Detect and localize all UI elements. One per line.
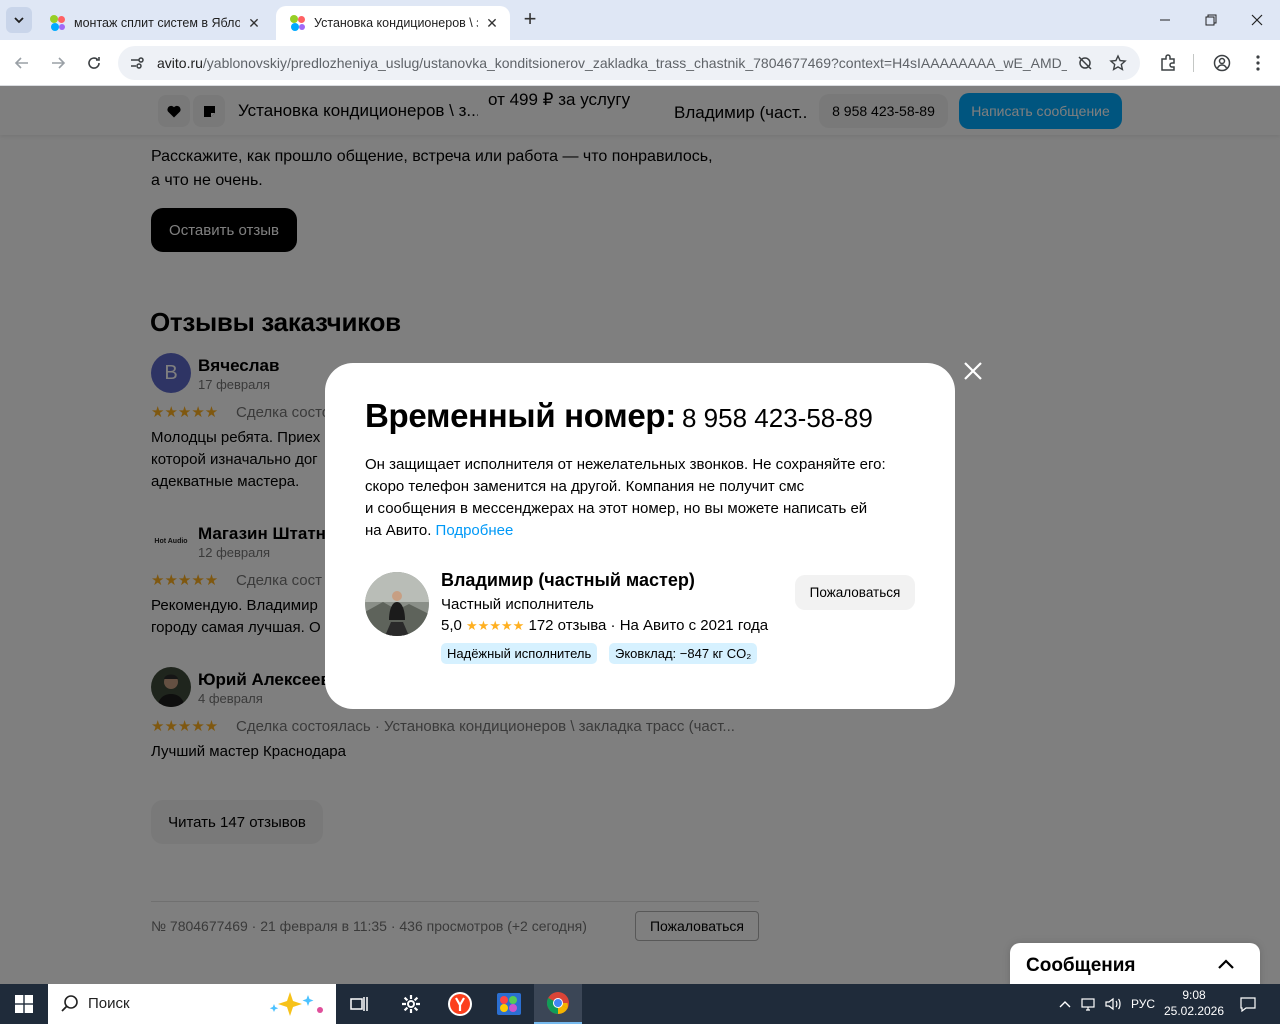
task-view-icon xyxy=(350,997,368,1011)
desc-line: скоро телефон заменится на другой. Компа… xyxy=(365,478,805,495)
close-tab-icon[interactable]: ✕ xyxy=(246,15,262,31)
minimize-button[interactable] xyxy=(1142,0,1188,40)
volume-icon[interactable] xyxy=(1102,984,1124,1024)
extensions-icon[interactable] xyxy=(1158,53,1178,73)
reload-button[interactable] xyxy=(82,51,106,75)
minimize-icon xyxy=(1160,19,1170,21)
seller-role: Частный исполнитель xyxy=(441,596,594,613)
page-viewport: Установка кондиционеров \ з... от 499 ₽ … xyxy=(0,86,1280,984)
close-modal-icon[interactable] xyxy=(962,360,984,382)
rating-stars-icon: ★★★★★ xyxy=(466,618,525,633)
temporary-number-modal: Временный номер: 8 958 423-58-89 Он защи… xyxy=(325,363,955,709)
bookmark-star-icon[interactable] xyxy=(1109,54,1127,72)
avito-favicon-icon xyxy=(290,15,306,31)
input-language[interactable]: РУС xyxy=(1126,984,1160,1024)
browser-tab-strip: монтаж сплит систем в Яблоно ✕ Установка… xyxy=(0,0,1280,40)
chevron-down-icon xyxy=(14,17,24,24)
modal-title: Временный номер: xyxy=(365,397,676,434)
tracking-protection-icon[interactable] xyxy=(1076,54,1094,72)
desc-line: на Авито. xyxy=(365,522,432,539)
close-tab-icon[interactable]: ✕ xyxy=(484,15,500,31)
toolbar-divider xyxy=(1193,54,1194,72)
report-seller-button[interactable]: Пожаловаться xyxy=(795,575,915,610)
network-icon[interactable] xyxy=(1078,984,1100,1024)
notifications-icon[interactable] xyxy=(1234,984,1262,1024)
modal-description: Он защищает исполнителя от нежелательных… xyxy=(365,454,925,542)
search-placeholder: Поиск xyxy=(88,995,130,1012)
photos-icon xyxy=(497,993,521,1015)
tab-title: монтаж сплит систем в Яблоно xyxy=(74,16,240,30)
temporary-phone-number[interactable]: 8 958 423-58-89 xyxy=(682,403,873,434)
settings-app[interactable] xyxy=(387,984,435,1024)
more-info-link[interactable]: Подробнее xyxy=(436,522,514,539)
windows-logo-icon xyxy=(15,995,33,1013)
tab-search-button[interactable] xyxy=(6,7,32,33)
messages-panel[interactable]: Сообщения xyxy=(1010,943,1260,984)
forward-button[interactable] xyxy=(46,51,70,75)
reload-icon xyxy=(88,57,100,69)
desc-line: Он защищает исполнителя от нежелательных… xyxy=(365,456,886,473)
url-text: avito.ru/yablonovskiy/predlozheniya_uslu… xyxy=(157,55,1067,71)
clock-date: 25.02.2026 xyxy=(1163,1004,1225,1018)
address-bar[interactable]: avito.ru/yablonovskiy/predlozheniya_uslu… xyxy=(118,46,1140,80)
restore-button[interactable] xyxy=(1188,0,1234,40)
back-button[interactable] xyxy=(10,51,34,75)
reliable-badge[interactable]: Надёжный исполнитель xyxy=(441,643,598,664)
tab-search-results[interactable]: монтаж сплит систем в Яблоно ✕ xyxy=(36,6,272,40)
gear-icon xyxy=(402,995,420,1013)
yandex-browser-app[interactable] xyxy=(436,984,484,1024)
on-avito-since: · На Авито с 2021 года xyxy=(610,617,769,634)
seller-avatar[interactable] xyxy=(365,572,429,636)
eco-contribution-badge[interactable]: Эковклад: −847 кг CO₂ xyxy=(609,643,758,664)
search-icon xyxy=(61,995,78,1012)
tab-current-listing[interactable]: Установка кондиционеров \ за ✕ xyxy=(276,6,510,40)
reviews-count-link[interactable]: 172 отзыва xyxy=(528,617,606,634)
tab-title: Установка кондиционеров \ за xyxy=(314,16,478,30)
arrow-left-icon xyxy=(14,57,28,69)
chevron-up-icon[interactable] xyxy=(1214,953,1238,977)
windows-taskbar: Поиск РУС 9:08 25.02.2026 xyxy=(0,984,1280,1024)
task-view-button[interactable] xyxy=(336,984,384,1024)
url-host: avito.ru xyxy=(157,55,203,71)
site-info-icon[interactable] xyxy=(128,54,146,72)
gallery-app[interactable] xyxy=(485,984,533,1024)
close-icon xyxy=(1251,14,1263,26)
browser-toolbar: avito.ru/yablonovskiy/predlozheniya_uslu… xyxy=(0,40,1280,86)
taskbar-search[interactable]: Поиск xyxy=(48,984,336,1024)
seller-rating: 5,0 ★★★★★ 172 отзыва · На Авито с 2021 г… xyxy=(441,617,768,634)
profile-icon[interactable] xyxy=(1212,53,1232,73)
messages-title: Сообщения xyxy=(1026,955,1136,976)
restore-icon xyxy=(1205,14,1217,26)
seller-name[interactable]: Владимир (частный мастер) xyxy=(441,570,695,591)
desc-line: и сообщения в мессенджерах на этот номер… xyxy=(365,500,868,517)
yandex-browser-icon xyxy=(448,992,472,1016)
url-path: /yablonovskiy/predlozheniya_uslug/ustano… xyxy=(202,55,1067,71)
new-tab-button[interactable]: + xyxy=(518,8,542,32)
start-button[interactable] xyxy=(0,984,48,1024)
rating-value: 5,0 xyxy=(441,617,462,634)
avito-favicon-icon xyxy=(50,15,66,31)
clock-time: 9:08 xyxy=(1182,988,1206,1002)
chrome-icon xyxy=(547,992,569,1014)
arrow-right-icon xyxy=(52,57,66,69)
browser-menu-icon[interactable] xyxy=(1248,53,1268,73)
chrome-app[interactable] xyxy=(534,984,582,1024)
tray-overflow-icon[interactable] xyxy=(1056,984,1074,1024)
close-window-button[interactable] xyxy=(1234,0,1280,40)
sparkles-icon xyxy=(269,992,323,1016)
system-clock[interactable]: 9:08 25.02.2026 xyxy=(1160,987,1228,1019)
